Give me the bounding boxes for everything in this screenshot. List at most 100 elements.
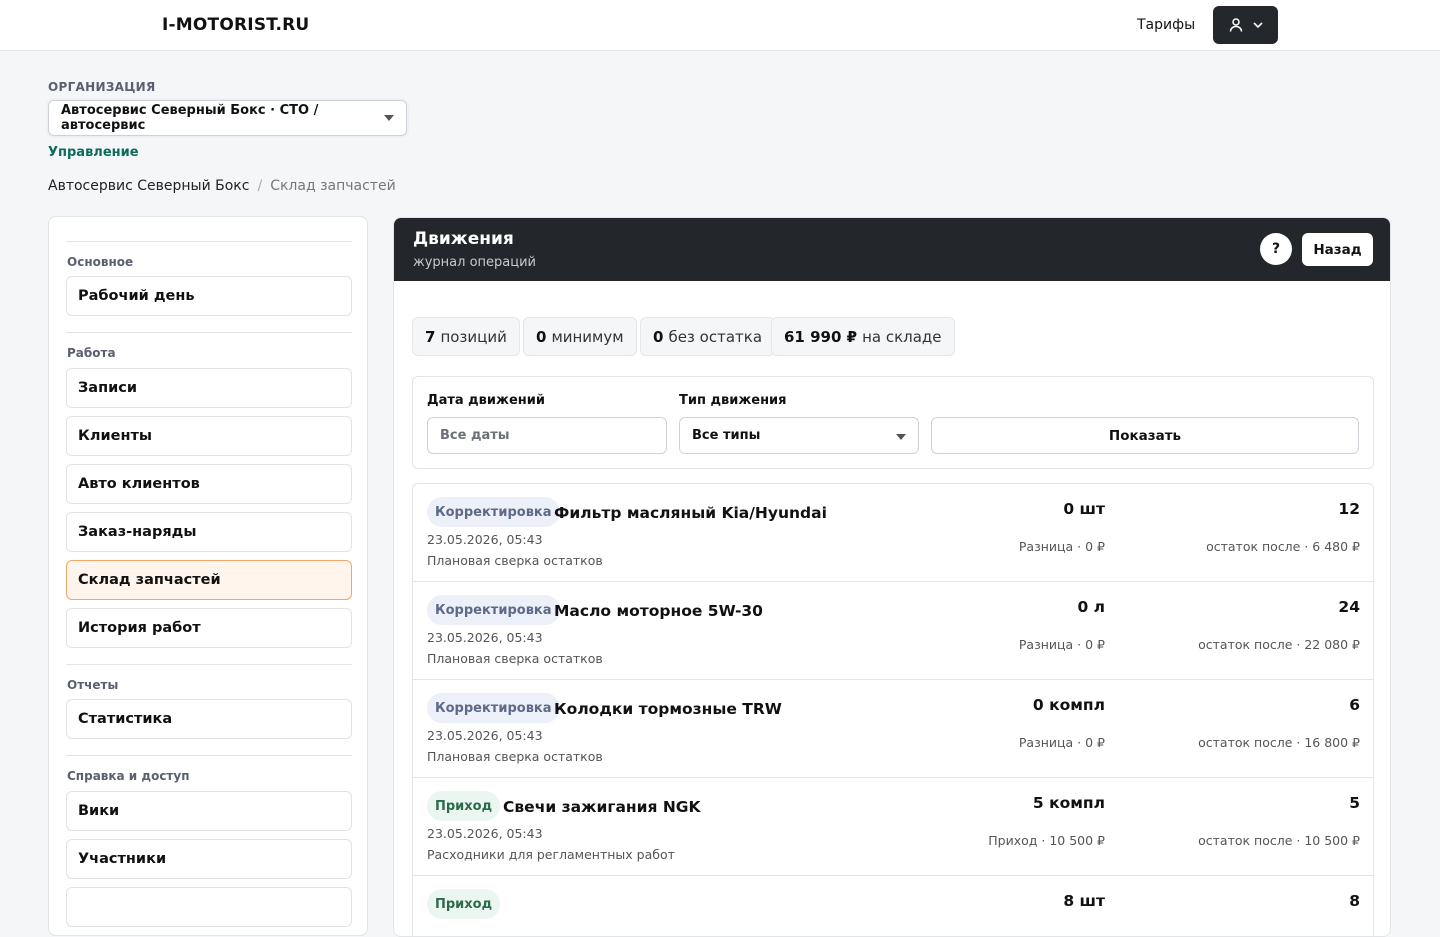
movement-stock: 8 — [1349, 892, 1360, 910]
stat-value: 7 — [425, 327, 436, 346]
user-icon — [1229, 18, 1242, 32]
manage-link[interactable]: Управление — [48, 145, 139, 160]
sidebar-item-statistics[interactable]: Статистика — [66, 699, 352, 739]
movement-type-badge: Корректировка — [427, 595, 560, 625]
stat-label: без остатка — [668, 327, 763, 346]
back-button[interactable]: Назад — [1302, 233, 1373, 266]
movement-date: 23.05.2026, 05:43 — [427, 826, 543, 841]
type-filter-value: Все типы — [692, 428, 761, 443]
movement-date: 23.05.2026, 05:43 — [427, 728, 543, 743]
breadcrumb: Автосервис Северный Бокс / Склад запчаст… — [48, 178, 396, 194]
sidebar-item-more[interactable] — [66, 887, 352, 927]
movement-stock-after: остаток после · 10 500 ₽ — [1198, 833, 1360, 848]
user-menu-button[interactable] — [1213, 6, 1278, 44]
org-select[interactable]: Автосервис Северный Бокс · СТО / автосер… — [48, 100, 407, 136]
movement-item-name: Колодки тормозные TRW — [554, 700, 782, 718]
movement-qty: 0 компл — [1032, 696, 1105, 714]
movement-diff: Разница · 0 ₽ — [1018, 539, 1105, 554]
sidebar-group-title: Работа — [67, 346, 116, 360]
movement-row[interactable]: Корректировка Колодки тормозные TRW 23.0… — [413, 680, 1373, 778]
stat-out-of-stock: 0 без остатка — [640, 317, 776, 356]
stat-positions: 7 позиций — [412, 317, 520, 356]
sidebar-item-clients[interactable]: Клиенты — [66, 416, 352, 456]
type-filter-label: Тип движения — [679, 393, 787, 408]
sidebar: Основное Рабочий день Работа Записи Клие… — [48, 216, 368, 936]
sidebar-item-records[interactable]: Записи — [66, 368, 352, 408]
movement-stock-after: остаток после · 22 080 ₽ — [1198, 637, 1360, 652]
sidebar-divider — [66, 664, 352, 665]
stat-stock-value: 61 990 ₽ на складе — [771, 317, 955, 356]
top-header: I-MOTORIST.RU Тарифы — [0, 0, 1440, 51]
type-filter-select[interactable]: Все типы — [679, 417, 919, 454]
sidebar-item-parts-warehouse[interactable]: Склад запчастей — [66, 560, 352, 600]
stat-minimum: 0 минимум — [523, 317, 637, 356]
movement-qty: 5 компл — [1032, 794, 1105, 812]
movement-qty: 0 л — [1077, 598, 1105, 616]
sidebar-group-title: Отчеты — [67, 678, 119, 692]
stat-value: 0 — [653, 327, 664, 346]
sidebar-item-workday[interactable]: Рабочий день — [66, 276, 352, 316]
movement-stock: 12 — [1338, 500, 1360, 518]
movement-diff: Разница · 0 ₽ — [1018, 735, 1105, 750]
stat-label: позиций — [440, 327, 507, 346]
panel-subtitle: журнал операций — [413, 255, 536, 270]
sidebar-item-work-history[interactable]: История работ — [66, 608, 352, 648]
breadcrumb-separator: / — [257, 178, 263, 194]
movement-type-badge: Корректировка — [427, 693, 560, 723]
movement-item-name: Масло моторное 5W-30 — [554, 602, 763, 620]
movement-note: Плановая сверка остатков — [427, 651, 603, 666]
stat-label: минимум — [551, 327, 624, 346]
movement-qty: 0 шт — [1063, 500, 1105, 518]
movement-stock: 24 — [1338, 598, 1360, 616]
movement-row[interactable]: Приход Свечи зажигания NGK 23.05.2026, 0… — [413, 778, 1373, 876]
date-filter-label: Дата движений — [427, 393, 545, 408]
filter-form: Дата движений Тип движения Все типы Пока… — [412, 376, 1374, 469]
movement-stock-after: остаток после · 6 480 ₽ — [1206, 539, 1360, 554]
movement-item-name: Свечи зажигания NGK — [503, 798, 701, 816]
movement-diff: Приход · 10 500 ₽ — [988, 833, 1105, 848]
sidebar-item-members[interactable]: Участники — [66, 839, 352, 879]
breadcrumb-current: Склад запчастей — [270, 178, 396, 194]
sidebar-group-title: Справка и доступ — [67, 769, 190, 783]
movement-type-badge: Приход — [427, 791, 501, 821]
sidebar-group-title: Основное — [67, 255, 134, 269]
stat-label: на складе — [862, 327, 942, 346]
stat-value: 61 990 ₽ — [784, 327, 858, 346]
show-button[interactable]: Показать — [931, 417, 1359, 454]
movement-stock: 6 — [1349, 696, 1360, 714]
sidebar-item-client-cars[interactable]: Авто клиентов — [66, 464, 352, 504]
org-selected-value: Автосервис Северный Бокс · СТО / автосер… — [61, 103, 319, 133]
site-logo[interactable]: I-MOTORIST.RU — [162, 15, 309, 35]
sidebar-item-wiki[interactable]: Вики — [66, 791, 352, 831]
date-filter-input[interactable] — [427, 417, 667, 454]
chevron-down-icon — [1252, 22, 1263, 29]
org-label: ОРГАНИЗАЦИЯ — [48, 80, 156, 94]
movement-row[interactable]: Корректировка Масло моторное 5W-30 23.05… — [413, 582, 1373, 680]
panel-header: Движения журнал операций ? Назад — [394, 218, 1390, 281]
caret-down-icon — [896, 434, 906, 440]
sidebar-divider — [66, 241, 352, 242]
movement-date: 23.05.2026, 05:43 — [427, 532, 543, 547]
tariffs-link[interactable]: Тарифы — [1137, 17, 1195, 33]
caret-down-icon — [384, 115, 394, 121]
movements-panel: Движения журнал операций ? Назад 7 позици… — [393, 217, 1391, 937]
sidebar-item-work-orders[interactable]: Заказ-наряды — [66, 512, 352, 552]
movement-date: 23.05.2026, 05:43 — [427, 630, 543, 645]
help-button[interactable]: ? — [1260, 233, 1292, 265]
movement-note: Расходники для регламентных работ — [427, 847, 675, 862]
breadcrumb-root[interactable]: Автосервис Северный Бокс — [48, 178, 249, 194]
movement-stock: 5 — [1349, 794, 1360, 812]
movement-qty: 8 шт — [1063, 892, 1105, 910]
movements-list: Корректировка Фильтр масляный Kia/Hyunda… — [412, 483, 1374, 936]
movement-diff: Разница · 0 ₽ — [1018, 637, 1105, 652]
movement-row[interactable]: Корректировка Фильтр масляный Kia/Hyunda… — [413, 484, 1373, 582]
sidebar-divider — [66, 332, 352, 333]
sidebar-divider — [66, 755, 352, 756]
movement-note: Плановая сверка остатков — [427, 749, 603, 764]
movement-row[interactable]: Приход 8 шт 8 — [413, 876, 1373, 936]
stat-value: 0 — [536, 327, 547, 346]
movement-note: Плановая сверка остатков — [427, 553, 603, 568]
movement-item-name: Фильтр масляный Kia/Hyundai — [554, 504, 827, 522]
movement-type-badge: Корректировка — [427, 497, 560, 527]
movement-type-badge: Приход — [427, 889, 501, 919]
